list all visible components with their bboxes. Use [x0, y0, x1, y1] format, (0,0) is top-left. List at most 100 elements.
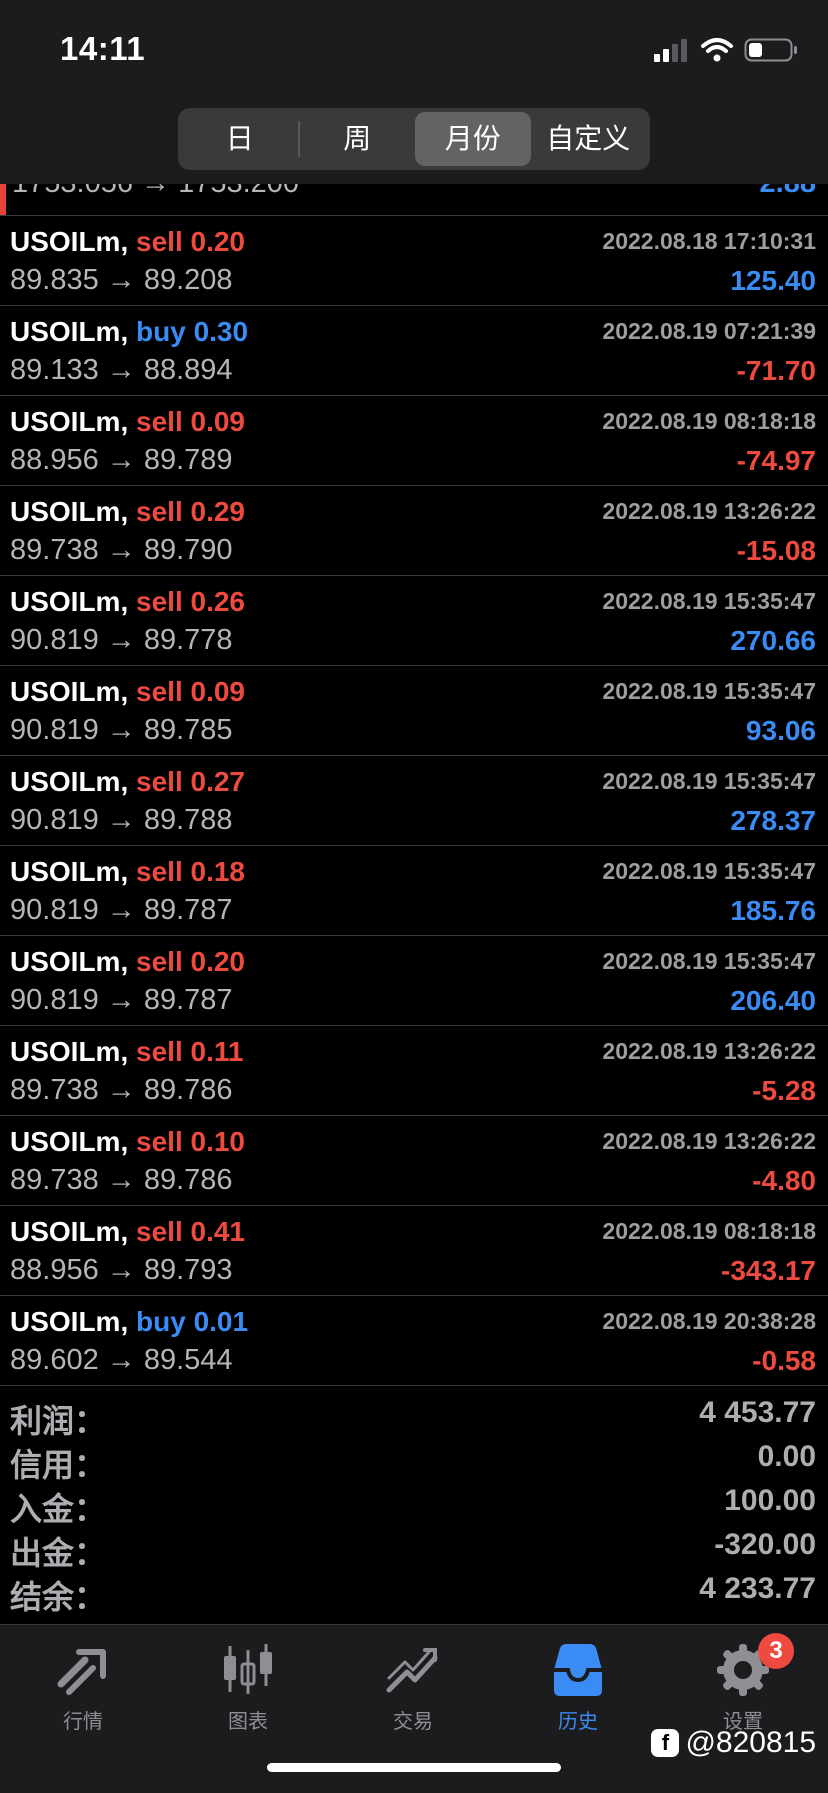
period-tab-day[interactable]: 日	[182, 112, 298, 166]
trade-title: USOILm, sell 0.09	[10, 676, 245, 708]
trade-symbol: USOILm,	[10, 406, 129, 437]
trade-row[interactable]: USOILm, sell 0.10 2022.08.19 13:26:22 89.7…	[0, 1116, 828, 1206]
trade-volume: 0.20	[190, 946, 246, 977]
trade-row[interactable]: USOILm, sell 0.09 2022.08.19 15:35:47 90.8…	[0, 666, 828, 756]
watermark-text: @820815	[685, 1726, 816, 1759]
trade-profit: 125.40	[730, 265, 816, 296]
tab-trade[interactable]: 交易	[348, 1639, 478, 1734]
trade-datetime: 2022.08.19 20:38:28	[602, 1308, 816, 1334]
summary-row: 利润： 4 453.77	[0, 1392, 828, 1439]
trade-prices: 88.956 → 89.793	[10, 1254, 233, 1286]
trade-profit: -15.08	[736, 535, 816, 566]
trade-datetime: 2022.08.19 15:35:47	[602, 588, 816, 614]
trade-symbol: USOILm,	[10, 946, 129, 977]
trade-side: buy	[136, 316, 186, 347]
trade-prices: 90.819 → 89.778	[10, 624, 233, 656]
trade-datetime: 2022.08.19 08:18:18	[602, 408, 816, 434]
trade-prices: 90.819 → 89.785	[10, 714, 233, 746]
quotes-icon	[57, 1649, 106, 1695]
trade-row[interactable]: USOILm, sell 0.20 2022.08.19 15:35:47 90.8…	[0, 936, 828, 1026]
trade-icon	[386, 1648, 438, 1693]
trade-title: USOILm, sell 0.20	[10, 946, 245, 978]
trade-row[interactable]: USOILm, sell 0.29 2022.08.19 13:26:22 89.7…	[0, 486, 828, 576]
trade-prices: 1753.056 → 1753.200	[12, 184, 299, 200]
trade-prices: 90.819 → 89.787	[10, 984, 233, 1016]
trade-datetime: 2022.08.19 13:26:22	[602, 1128, 816, 1154]
period-tab-custom[interactable]: 自定义	[531, 112, 647, 166]
trade-profit: 278.37	[730, 805, 816, 836]
trade-history-list[interactable]: 1753.056 → 1753.200 2.88 USOILm, sell 0.…	[0, 184, 828, 1386]
history-icon	[554, 1644, 602, 1696]
trade-symbol: USOILm,	[10, 1126, 129, 1157]
trade-volume: 0.01	[193, 1306, 249, 1337]
trade-row[interactable]: USOILm, sell 0.18 2022.08.19 15:35:47 90.8…	[0, 846, 828, 936]
trade-prices: 88.956 → 89.789	[10, 444, 233, 476]
trade-side: sell	[136, 766, 183, 797]
trade-profit: -71.70	[736, 355, 816, 386]
tab-label: 历史	[558, 1711, 598, 1733]
home-indicator[interactable]	[267, 1763, 561, 1772]
trade-profit: 270.66	[730, 625, 816, 656]
trade-volume: 0.27	[190, 766, 246, 797]
summary-row: 入金： 100.00	[0, 1480, 828, 1527]
trade-side: sell	[136, 586, 183, 617]
trade-profit: 185.76	[730, 895, 816, 926]
trade-row[interactable]: USOILm, sell 0.27 2022.08.19 15:35:47 90.8…	[0, 756, 828, 846]
trade-row[interactable]: USOILm, sell 0.20 2022.08.18 17:10:31 89.8…	[0, 216, 828, 306]
chart-icon	[224, 1644, 272, 1694]
trade-datetime: 2022.08.19 07:21:39	[602, 318, 816, 344]
trade-side: sell	[136, 406, 183, 437]
trade-profit: -74.97	[736, 445, 816, 476]
trade-row[interactable]: USOILm, sell 0.26 2022.08.19 15:35:47 90.8…	[0, 576, 828, 666]
trade-datetime: 2022.08.19 15:35:47	[602, 858, 816, 884]
trade-title: USOILm, sell 0.09	[10, 406, 245, 438]
trade-symbol: USOILm,	[10, 1036, 129, 1067]
trade-prices: 89.738 → 89.786	[10, 1074, 233, 1106]
period-tab-week[interactable]: 周	[300, 112, 416, 166]
trade-symbol: USOILm,	[10, 316, 129, 347]
account-summary: 利润： 4 453.77 信用： 0.00 入金： 100.00 出金： -320.00 结余：…	[0, 1392, 828, 1615]
trade-side: buy	[136, 1306, 186, 1337]
tab-settings[interactable]: 设置 3	[678, 1633, 808, 1734]
trade-row-partial[interactable]: 1753.056 → 1753.200 2.88	[0, 184, 828, 216]
trade-prices: 90.819 → 89.787	[10, 894, 233, 926]
trade-title: USOILm, sell 0.11	[10, 1036, 243, 1068]
trade-side: sell	[136, 946, 183, 977]
trade-row[interactable]: USOILm, buy 0.30 2022.08.19 07:21:39 89.13…	[0, 306, 828, 396]
trade-profit: -5.28	[752, 1075, 816, 1106]
trade-side: sell	[136, 1036, 183, 1067]
summary-row: 信用： 0.00	[0, 1436, 828, 1483]
period-segmented-control: 日 周 月份 自定义	[178, 108, 650, 170]
trade-title: USOILm, sell 0.27	[10, 766, 245, 798]
summary-row: 出金： -320.00	[0, 1524, 828, 1571]
trade-volume: 0.09	[190, 676, 246, 707]
summary-value: -320.00	[714, 1528, 816, 1561]
trade-datetime: 2022.08.19 15:35:47	[602, 948, 816, 974]
notification-badge: 3	[758, 1633, 794, 1669]
wifi-icon	[701, 38, 733, 62]
summary-row: 结余： 4 233.77	[0, 1568, 828, 1615]
tab-quotes[interactable]: 行情	[18, 1639, 148, 1734]
trade-row[interactable]: USOILm, buy 0.01 2022.08.19 20:38:28 89.60…	[0, 1296, 828, 1386]
trade-side: sell	[136, 226, 183, 257]
trade-row[interactable]: USOILm, sell 0.41 2022.08.19 08:18:18 88.9…	[0, 1206, 828, 1296]
trade-side: sell	[136, 1216, 183, 1247]
trade-volume: 0.29	[190, 496, 246, 527]
trade-datetime: 2022.08.19 15:35:47	[602, 768, 816, 794]
trade-symbol: USOILm,	[10, 496, 129, 527]
row-accent-bar	[0, 184, 6, 215]
trade-symbol: USOILm,	[10, 766, 129, 797]
trade-volume: 0.11	[190, 1036, 244, 1067]
trade-prices: 90.819 → 89.788	[10, 804, 233, 836]
trade-profit: 2.88	[760, 184, 816, 200]
tab-chart[interactable]: 图表	[183, 1639, 313, 1734]
trade-prices: 89.133 → 88.894	[10, 354, 233, 386]
trade-symbol: USOILm,	[10, 1306, 129, 1337]
period-tab-month[interactable]: 月份	[415, 112, 531, 166]
trade-title: USOILm, sell 0.29	[10, 496, 245, 528]
trade-row[interactable]: USOILm, sell 0.11 2022.08.19 13:26:22 89.7…	[0, 1026, 828, 1116]
summary-value: 4 233.77	[699, 1572, 816, 1605]
trade-volume: 0.20	[190, 226, 246, 257]
trade-row[interactable]: USOILm, sell 0.09 2022.08.19 08:18:18 88.9…	[0, 396, 828, 486]
tab-history[interactable]: 历史	[513, 1639, 643, 1734]
